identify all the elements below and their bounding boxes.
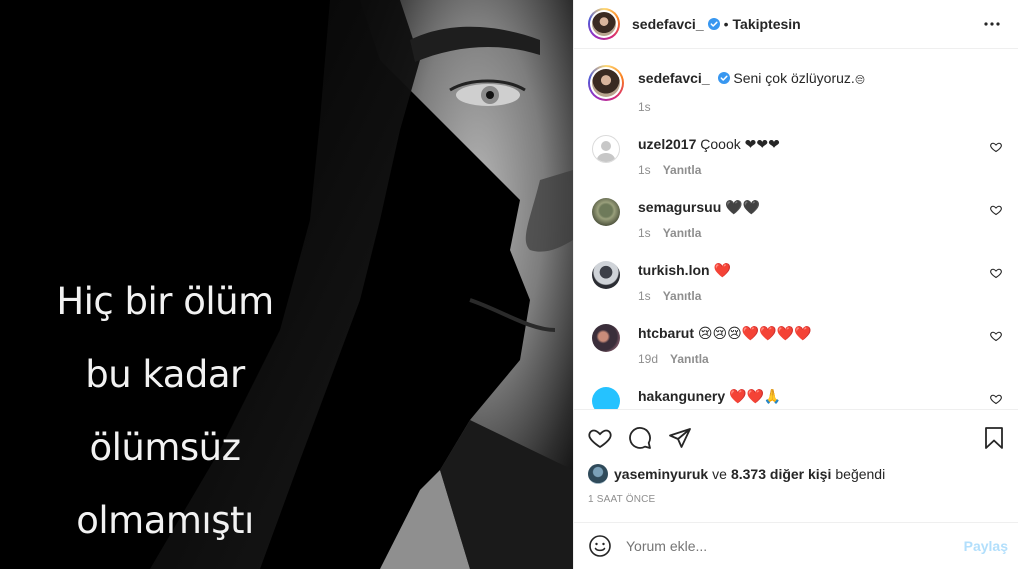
post-comment-button[interactable]: Paylaş bbox=[964, 538, 1008, 554]
quote-line: Hiç bir ölüm bbox=[56, 280, 274, 323]
likes-connector: ve bbox=[712, 466, 727, 482]
reply-button[interactable]: Yanıtla bbox=[670, 352, 709, 366]
following-status-button[interactable]: Takiptesin bbox=[733, 16, 801, 32]
comments-list[interactable]: sedefavci_ Seni çok özlüyoruz.😔 1s uzel2… bbox=[574, 49, 1018, 409]
comment-item: uzel2017 Çoook ❤❤❤ 1s Yanıtla bbox=[588, 131, 1004, 177]
comment-username[interactable]: uzel2017 bbox=[638, 136, 696, 152]
like-comment-heart-icon[interactable] bbox=[990, 393, 1002, 405]
comment-item: htcbarut 😢😢😢❤️❤️❤️❤️ 19d Yanıtla bbox=[588, 320, 1004, 366]
more-horizontal-icon bbox=[984, 22, 1000, 26]
post-image[interactable]: Hiç bir ölüm bu kadar ölümsüz olmamıştı bbox=[0, 0, 573, 569]
quote-line: bu kadar bbox=[85, 353, 245, 396]
like-comment-heart-icon[interactable] bbox=[990, 267, 1002, 279]
smiley-icon bbox=[589, 535, 611, 557]
like-comment-heart-icon[interactable] bbox=[990, 141, 1002, 153]
caption-emoji: 😔 bbox=[854, 75, 866, 86]
quote-line: ölümsüz bbox=[89, 426, 241, 469]
post-caption: sedefavci_ Seni çok özlüyoruz.😔 1s bbox=[588, 65, 1004, 114]
verified-badge-icon bbox=[707, 18, 720, 30]
comment-username[interactable]: semagursuu bbox=[638, 199, 721, 215]
quote-line: olmamıştı bbox=[76, 499, 254, 542]
like-comment-heart-icon[interactable] bbox=[990, 204, 1002, 216]
caption-username[interactable]: sedefavci_ bbox=[638, 70, 710, 86]
caption-time[interactable]: 1s bbox=[638, 100, 651, 114]
add-comment-bar: Paylaş bbox=[574, 522, 1018, 569]
comment-username[interactable]: htcbarut bbox=[638, 325, 694, 341]
comment-item: hakangunery ❤️❤️🙏 bbox=[588, 383, 1004, 409]
paper-plane-icon bbox=[669, 428, 691, 448]
like-button[interactable] bbox=[588, 426, 612, 450]
comment-text: 🖤🖤 bbox=[725, 199, 761, 215]
comment-time[interactable]: 19d bbox=[638, 352, 658, 366]
author-username[interactable]: sedefavci_ bbox=[632, 16, 704, 32]
likes-suffix: beğendi bbox=[835, 466, 886, 482]
reply-button[interactable]: Yanıtla bbox=[663, 226, 702, 240]
commenter-avatar[interactable] bbox=[592, 261, 620, 289]
caption-text: Seni çok özlüyoruz. bbox=[733, 70, 855, 86]
comment-button[interactable] bbox=[628, 426, 652, 450]
comment-item: turkish.lon ❤️ 1s Yanıtla bbox=[588, 257, 1004, 303]
reply-button[interactable]: Yanıtla bbox=[663, 289, 702, 303]
comment-text: Çoook ❤❤❤ bbox=[700, 136, 780, 152]
post-timestamp[interactable]: 1 SAAT ÖNCE bbox=[588, 494, 1006, 516]
comment-username[interactable]: turkish.lon bbox=[638, 262, 710, 278]
comment-item: semagursuu 🖤🖤 1s Yanıtla bbox=[588, 194, 1004, 240]
comment-time[interactable]: 1s bbox=[638, 289, 651, 303]
save-button[interactable] bbox=[982, 426, 1006, 450]
verified-badge-icon bbox=[717, 72, 730, 84]
comment-username[interactable]: hakangunery bbox=[638, 388, 725, 404]
heart-icon bbox=[588, 429, 612, 449]
emoji-button[interactable] bbox=[588, 534, 612, 558]
commenter-avatar[interactable] bbox=[592, 387, 620, 409]
comment-time[interactable]: 1s bbox=[638, 226, 651, 240]
comment-text: 😢😢😢❤️❤️❤️❤️ bbox=[697, 325, 812, 341]
reply-button[interactable]: Yanıtla bbox=[663, 163, 702, 177]
commenter-avatar[interactable] bbox=[592, 135, 620, 163]
commenter-avatar[interactable] bbox=[592, 198, 620, 226]
share-button[interactable] bbox=[668, 426, 692, 450]
comment-time[interactable]: 1s bbox=[638, 163, 651, 177]
bookmark-icon bbox=[985, 427, 1003, 449]
likes-count-link[interactable]: 8.373 diğer kişi bbox=[731, 466, 831, 482]
commenter-avatar[interactable] bbox=[592, 324, 620, 352]
comment-text: ❤️❤️🙏 bbox=[729, 388, 782, 404]
post-dialog: Hiç bir ölüm bu kadar ölümsüz olmamıştı … bbox=[0, 0, 1018, 569]
likes-summary: yaseminyuruk ve 8.373 diğer kişi beğendi bbox=[588, 464, 1006, 484]
comment-text: ❤️ bbox=[713, 262, 731, 278]
liker-username[interactable]: yaseminyuruk bbox=[614, 466, 708, 482]
comment-input[interactable] bbox=[626, 538, 964, 554]
like-comment-heart-icon[interactable] bbox=[990, 330, 1002, 342]
liker-avatar[interactable] bbox=[588, 464, 608, 484]
post-header: sedefavci_ • Takiptesin bbox=[574, 0, 1018, 49]
post-sidebar: sedefavci_ • Takiptesin sedefavci_ Seni … bbox=[573, 0, 1018, 569]
more-options-button[interactable] bbox=[980, 12, 1004, 36]
comment-icon bbox=[629, 427, 651, 449]
separator-dot: • bbox=[723, 16, 729, 32]
caption-avatar[interactable] bbox=[588, 65, 624, 101]
image-quote-text: Hiç bir ölüm bu kadar ölümsüz olmamıştı bbox=[40, 265, 290, 557]
post-actions: yaseminyuruk ve 8.373 diğer kişi beğendi… bbox=[574, 409, 1018, 516]
author-avatar[interactable] bbox=[588, 8, 620, 40]
